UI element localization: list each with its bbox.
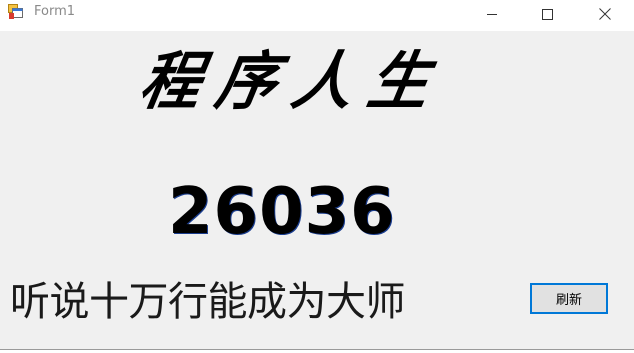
close-button[interactable]	[582, 0, 628, 28]
heading-label: 程序人生	[134, 45, 452, 119]
slogan-label: 听说十万行能成为大师	[10, 279, 406, 325]
close-icon	[599, 8, 611, 20]
refresh-button[interactable]: 刷新	[530, 283, 608, 314]
title-bar[interactable]: Form1	[0, 0, 634, 31]
window-border	[0, 349, 634, 350]
form-window: Form1 程序人生 26036 听说十万行能成为大师 刷新	[0, 0, 634, 353]
maximize-button[interactable]	[524, 0, 570, 28]
minimize-button[interactable]	[469, 0, 515, 28]
counter-label: 26036	[168, 175, 396, 249]
maximize-icon	[541, 8, 553, 20]
app-icon	[8, 4, 26, 20]
window-title: Form1	[34, 4, 76, 19]
minimize-icon	[487, 9, 497, 19]
